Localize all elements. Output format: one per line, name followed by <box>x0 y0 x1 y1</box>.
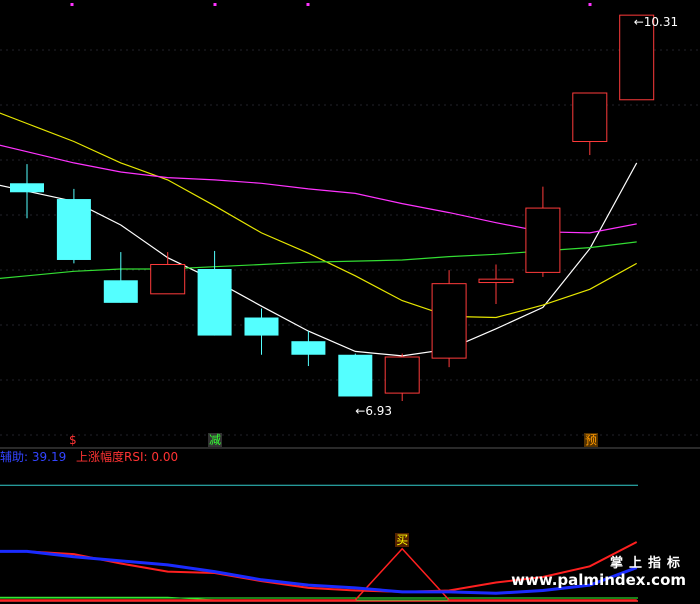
candle-body-down <box>56 199 91 260</box>
candle-body-up <box>525 207 561 273</box>
candle-body-down <box>10 183 44 193</box>
signal-tag: $ <box>69 433 77 447</box>
indicator-label-red: 上涨幅度RSI: 0.00 <box>76 450 179 464</box>
high-price-label: ←10.31 <box>633 15 679 30</box>
watermark-url: www.palmindex.com <box>511 571 686 589</box>
top-marker <box>70 3 74 6</box>
indicator-legend: 辅助: 39.19 上涨幅度RSI: 0.00 <box>0 450 178 464</box>
signal-tag: 预 <box>584 433 599 447</box>
top-marker <box>213 3 217 6</box>
candle-body-down <box>103 280 138 303</box>
candle-body-up <box>478 278 514 284</box>
top-marker <box>306 3 310 6</box>
candle-body-down <box>338 354 373 397</box>
watermark: 掌上指标 www.palmindex.com <box>511 552 686 589</box>
top-marker <box>588 3 592 6</box>
candle-body-down <box>291 341 326 355</box>
watermark-cn: 掌上指标 <box>609 556 686 571</box>
buy-signal-label: 买 <box>395 532 410 547</box>
candle-body-down <box>197 269 232 336</box>
indicator-label-blue: 辅助: 39.19 <box>0 450 67 464</box>
candle-body-up <box>572 92 608 143</box>
signal-tag: 减 <box>208 433 223 447</box>
candle-body-up <box>150 263 186 295</box>
candle-body-down <box>244 317 279 336</box>
low-price-label: ←6.93 <box>355 404 393 419</box>
candle-body-up <box>384 356 420 394</box>
candlestick-chart <box>0 3 700 602</box>
candle-body-up <box>431 283 467 359</box>
